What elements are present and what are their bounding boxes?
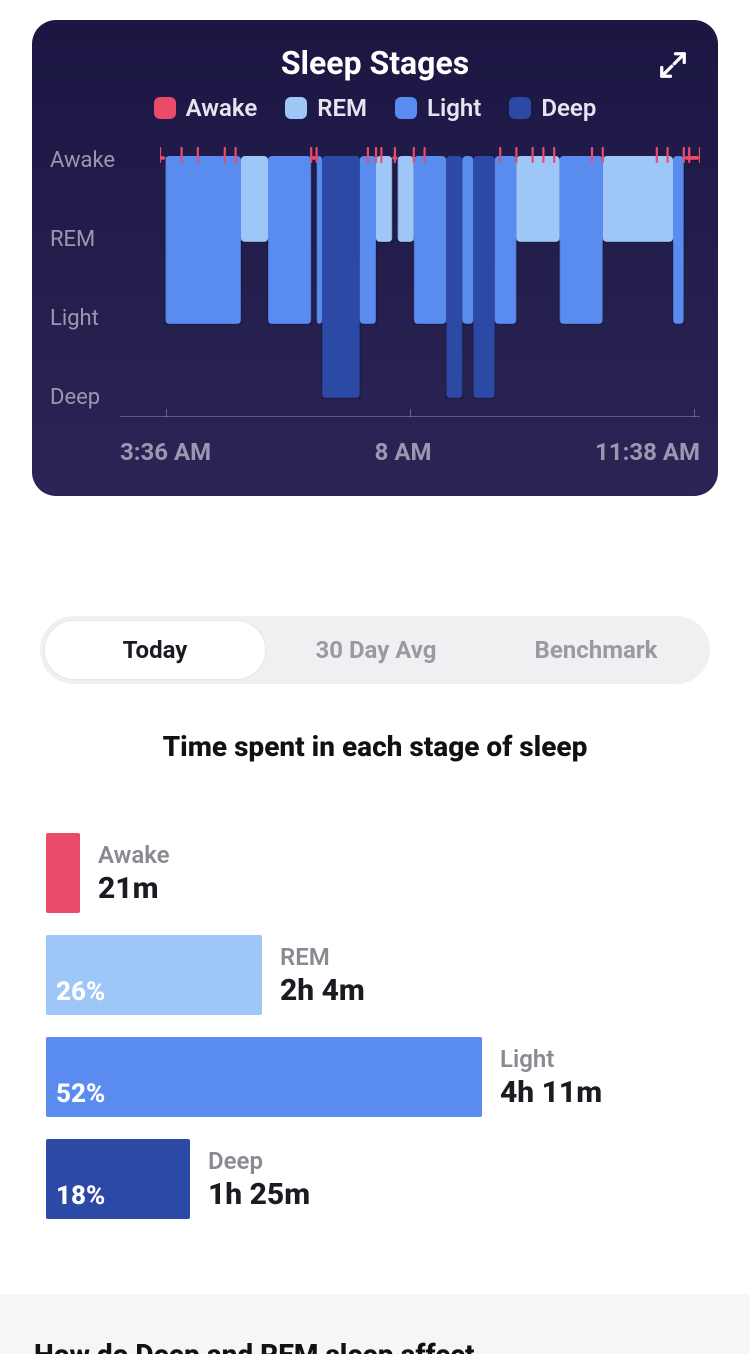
legend-item-rem: REM — [285, 94, 367, 122]
stage-duration: 2h 4m — [280, 973, 365, 1008]
expand-button[interactable] — [654, 46, 692, 84]
expand-icon — [658, 50, 688, 80]
info-section: How do Deep and REM sleep affect — [0, 1294, 750, 1354]
stage-bar-deep: 18% — [46, 1139, 190, 1219]
tab-label: Benchmark — [535, 636, 658, 664]
y-axis-label: Awake — [50, 148, 160, 173]
x-axis-labels: 3:36 AM 8 AM 11:38 AM — [120, 438, 700, 466]
x-label-start: 3:36 AM — [120, 438, 211, 466]
legend-item-awake: Awake — [154, 94, 258, 122]
stage-row-awake: Awake 21m — [46, 833, 704, 913]
view-tabs: Today 30 Day Avg Benchmark — [40, 616, 710, 684]
x-label-end: 11:38 AM — [595, 438, 700, 466]
stage-label: Awake — [98, 841, 170, 869]
stage-row-light: 52% Light 4h 11m — [46, 1037, 704, 1117]
y-axis-label: REM — [50, 227, 160, 252]
tab-label: 30 Day Avg — [315, 636, 436, 664]
stage-bar-rem: 26% — [46, 935, 262, 1015]
info-heading: How do Deep and REM sleep affect — [34, 1338, 716, 1354]
y-axis-label: Light — [50, 306, 160, 331]
stage-duration: 1h 25m — [208, 1177, 310, 1212]
legend-label: Deep — [541, 94, 596, 122]
legend-label: REM — [317, 94, 367, 122]
legend-label: Awake — [186, 94, 258, 122]
x-axis — [120, 416, 700, 434]
stage-duration: 4h 11m — [500, 1075, 602, 1110]
legend-label: Light — [427, 94, 481, 122]
swatch-rem — [285, 97, 307, 119]
stage-pct: 18% — [56, 1181, 105, 1211]
stage-breakdown: Awake 21m 26% REM 2h 4m 52% Light 4h 11m… — [46, 833, 704, 1219]
stage-row-deep: 18% Deep 1h 25m — [46, 1139, 704, 1219]
stage-label: REM — [280, 943, 365, 971]
y-axis: Awake REM Light Deep — [50, 146, 160, 416]
tab-label: Today — [123, 636, 188, 664]
tab-today[interactable]: Today — [44, 620, 266, 680]
legend-item-deep: Deep — [509, 94, 596, 122]
legend: Awake REM Light Deep — [50, 94, 700, 122]
swatch-deep — [509, 97, 531, 119]
stage-bar-light: 52% — [46, 1037, 482, 1117]
stage-pct: 52% — [56, 1079, 105, 1109]
section-title: Time spent in each stage of sleep — [0, 730, 750, 763]
y-axis-label: Deep — [50, 385, 160, 410]
stage-label: Light — [500, 1045, 602, 1073]
chart-title: Sleep Stages — [50, 44, 700, 82]
stage-label: Deep — [208, 1147, 310, 1175]
chart-header: Sleep Stages — [50, 44, 700, 82]
tab-30-day-avg[interactable]: 30 Day Avg — [266, 620, 486, 680]
plot-area[interactable] — [160, 146, 700, 416]
tab-benchmark[interactable]: Benchmark — [486, 620, 706, 680]
stage-pct: 26% — [56, 977, 105, 1007]
swatch-light — [395, 97, 417, 119]
sleep-stages-card: Sleep Stages Awake REM Light Deep Awake — [32, 20, 718, 496]
stage-bar-awake — [46, 833, 80, 913]
legend-item-light: Light — [395, 94, 481, 122]
stage-row-rem: 26% REM 2h 4m — [46, 935, 704, 1015]
chart-body: Awake REM Light Deep — [50, 146, 700, 416]
swatch-awake — [154, 97, 176, 119]
stage-duration: 21m — [98, 871, 170, 906]
sleep-chart-svg — [160, 146, 700, 416]
x-label-mid: 8 AM — [375, 438, 432, 466]
